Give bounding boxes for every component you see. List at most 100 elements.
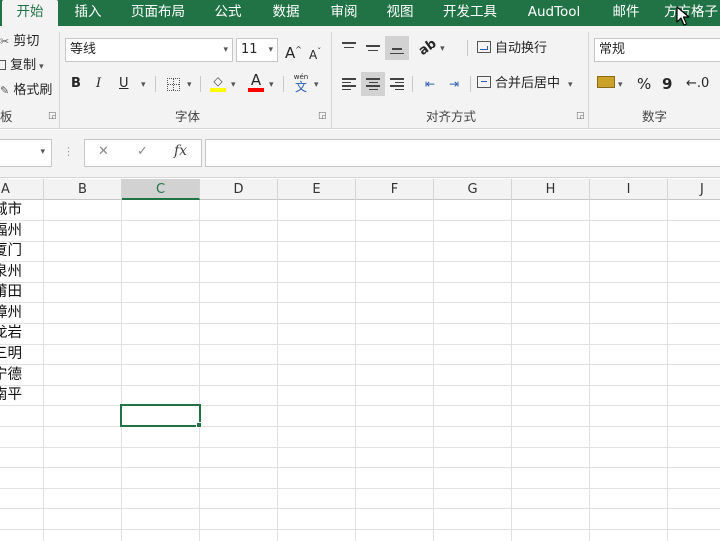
active-cell-selection[interactable] bbox=[120, 404, 201, 427]
merge-center-button[interactable]: 合并后居中 ▾ bbox=[477, 72, 573, 96]
font-group-label: 字体 bbox=[175, 109, 201, 124]
phonetic-dropdown[interactable]: ▾ bbox=[311, 72, 319, 96]
fill-color-dropdown[interactable]: ▾ bbox=[228, 72, 236, 96]
borders-dropdown[interactable]: ▾ bbox=[184, 72, 192, 96]
chevron-down-icon: ▾ bbox=[568, 80, 573, 90]
cell-a10[interactable]: 南平 bbox=[0, 385, 22, 406]
cancel-entry-button[interactable]: ✕ bbox=[98, 144, 109, 159]
toolbar-divider bbox=[470, 76, 471, 92]
decrease-indent-button[interactable]: ⇤ bbox=[418, 72, 442, 96]
formula-bar-grip-icon[interactable]: ⋮ bbox=[63, 145, 74, 159]
tab-page-layout[interactable]: 页面布局 bbox=[122, 0, 194, 26]
tab-home[interactable]: 开始 bbox=[2, 0, 58, 26]
confirm-entry-button[interactable]: ✓ bbox=[137, 144, 148, 159]
group-divider bbox=[331, 32, 332, 128]
orientation-button[interactable]: ab▾ bbox=[416, 36, 445, 60]
copy-icon bbox=[0, 60, 6, 70]
increase-decimal-button[interactable]: ←.0 bbox=[686, 72, 709, 96]
font-color-button[interactable]: A bbox=[244, 70, 268, 94]
cut-button[interactable]: ✂ 剪切 bbox=[0, 30, 39, 54]
increase-font-size-button[interactable]: A^ bbox=[285, 38, 302, 62]
alignment-group-label: 对齐方式 bbox=[426, 109, 477, 124]
align-center-button[interactable] bbox=[361, 72, 385, 96]
column-header-e[interactable]: E bbox=[278, 179, 356, 200]
tab-data[interactable]: 数据 bbox=[262, 0, 310, 26]
cell-a1[interactable]: 城市 bbox=[0, 200, 22, 221]
column-header-f[interactable]: F bbox=[356, 179, 434, 200]
cell-a6[interactable]: 漳州 bbox=[0, 303, 22, 324]
italic-button[interactable]: I bbox=[96, 72, 101, 96]
cell-a7[interactable]: 龙岩 bbox=[0, 323, 22, 344]
orientation-icon: ab bbox=[416, 36, 440, 59]
tab-audtool[interactable]: AudTool bbox=[516, 0, 592, 26]
gridlines bbox=[0, 200, 720, 541]
formula-input[interactable] bbox=[205, 139, 720, 167]
copy-button[interactable]: 复制 ▾ bbox=[0, 54, 44, 78]
paint-bucket-icon: ◇ bbox=[213, 74, 223, 88]
alignment-launcher-icon[interactable]: ◲ bbox=[576, 112, 585, 121]
fill-color-button[interactable]: ◇ bbox=[206, 71, 230, 95]
column-header-c[interactable]: C bbox=[122, 179, 200, 200]
decrease-font-size-button[interactable]: Aˇ bbox=[309, 40, 321, 64]
tab-view[interactable]: 视图 bbox=[376, 0, 424, 26]
align-left-button[interactable] bbox=[337, 72, 361, 96]
cell-a8[interactable]: 三明 bbox=[0, 344, 22, 365]
cell-a2[interactable]: 福州 bbox=[0, 221, 22, 242]
font-size-select[interactable]: 11 ▾ bbox=[236, 38, 278, 62]
number-format-select[interactable]: 常规 bbox=[594, 38, 720, 62]
cell-a9[interactable]: 宁德 bbox=[0, 365, 22, 386]
formula-actions: ✕ ✓ fx bbox=[84, 139, 202, 167]
column-header-j[interactable]: J bbox=[668, 179, 720, 200]
fill-handle[interactable] bbox=[196, 422, 202, 428]
chevron-down-icon: ▾ bbox=[223, 45, 228, 55]
middle-align-button[interactable] bbox=[361, 36, 385, 60]
insert-function-button[interactable]: fx bbox=[174, 143, 187, 159]
spreadsheet-grid[interactable]: A B C D E F G H I J 城市 福州 厦门 泉州 莆田 漳州 龙岩… bbox=[0, 179, 720, 541]
cell-a5[interactable]: 莆田 bbox=[0, 282, 22, 303]
font-name-select[interactable]: 等线 ▾ bbox=[65, 38, 233, 62]
tab-formulas[interactable]: 公式 bbox=[204, 0, 252, 26]
bold-button[interactable]: B bbox=[71, 72, 81, 96]
tab-insert[interactable]: 插入 bbox=[64, 0, 112, 26]
cell-a4[interactable]: 泉州 bbox=[0, 262, 22, 283]
cell-a3[interactable]: 厦门 bbox=[0, 241, 22, 262]
phonetic-guide-button[interactable]: wén 文 bbox=[289, 71, 313, 95]
toolbar-divider bbox=[200, 76, 201, 92]
column-header-h[interactable]: H bbox=[512, 179, 590, 200]
borders-icon bbox=[166, 77, 180, 91]
wrap-text-button[interactable]: 自动换行 bbox=[477, 37, 547, 61]
tab-fangfang-gezi[interactable]: 方方格子 bbox=[664, 0, 720, 26]
borders-button[interactable] bbox=[161, 72, 185, 96]
increase-decimal-icon: ←.0 bbox=[686, 76, 710, 91]
clipboard-launcher-icon[interactable]: ◲ bbox=[48, 112, 57, 121]
column-header-a[interactable]: A bbox=[0, 179, 44, 200]
bottom-align-button[interactable] bbox=[385, 36, 409, 60]
tab-mail[interactable]: 邮件 bbox=[602, 0, 650, 26]
name-box[interactable]: ▾ bbox=[0, 139, 52, 167]
font-color-dropdown[interactable]: ▾ bbox=[266, 72, 274, 96]
underline-button[interactable]: U bbox=[119, 72, 129, 96]
top-align-button[interactable] bbox=[337, 36, 361, 60]
comma-style-button[interactable]: 9 bbox=[662, 72, 672, 96]
accounting-format-button[interactable]: ▾ bbox=[597, 72, 623, 96]
align-bottom-icon bbox=[390, 42, 404, 54]
clipboard-group-label: 板 bbox=[0, 109, 13, 124]
column-header-i[interactable]: I bbox=[590, 179, 668, 200]
increase-indent-button[interactable]: ⇥ bbox=[442, 72, 466, 96]
underline-dropdown[interactable]: ▾ bbox=[138, 72, 146, 96]
chevron-down-icon: ▾ bbox=[39, 62, 44, 72]
percent-style-button[interactable]: % bbox=[637, 72, 651, 96]
column-header-b[interactable]: B bbox=[44, 179, 122, 200]
align-right-button[interactable] bbox=[385, 72, 409, 96]
wrap-text-icon bbox=[477, 41, 491, 53]
chevron-down-icon: ▾ bbox=[40, 147, 45, 157]
toolbar-divider bbox=[155, 76, 156, 92]
tab-review[interactable]: 审阅 bbox=[320, 0, 368, 26]
tab-developer[interactable]: 开发工具 bbox=[434, 0, 506, 26]
column-header-d[interactable]: D bbox=[200, 179, 278, 200]
format-painter-button[interactable]: ✎ 格式刷 bbox=[0, 79, 52, 103]
number-group-label: 数字 bbox=[642, 109, 668, 124]
column-header-g[interactable]: G bbox=[434, 179, 512, 200]
font-launcher-icon[interactable]: ◲ bbox=[318, 112, 327, 121]
group-divider bbox=[588, 32, 589, 128]
